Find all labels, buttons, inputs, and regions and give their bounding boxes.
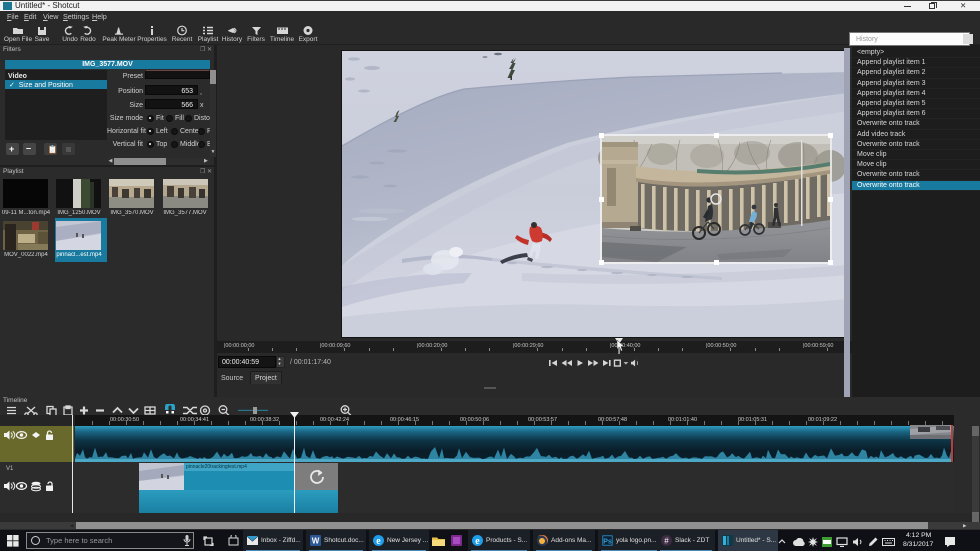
svg-text:Ps: Ps: [603, 538, 612, 545]
svg-text:e: e: [475, 536, 480, 546]
svg-text:#: #: [664, 537, 669, 546]
svg-text:W: W: [312, 537, 320, 546]
svg-text:e: e: [376, 536, 381, 546]
